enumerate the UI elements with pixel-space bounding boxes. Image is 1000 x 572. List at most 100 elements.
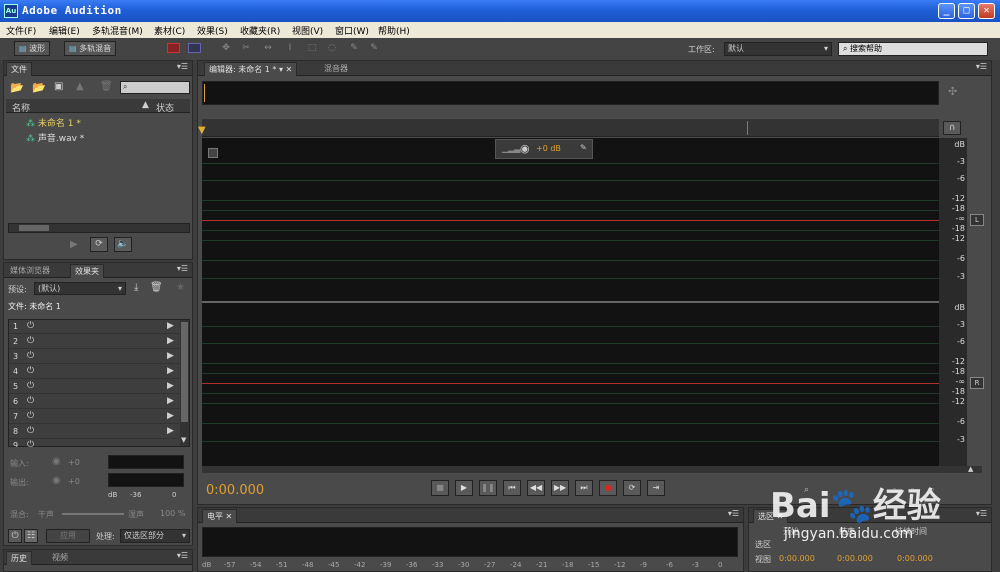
import-icon[interactable]: 📂 [32,81,46,94]
new-file-icon[interactable]: ▣ [54,81,63,92]
input-value[interactable]: +0 [68,458,80,467]
close-tab-icon[interactable]: ✕ [226,512,233,521]
move-tool-icon[interactable]: ✥ [220,43,232,53]
zoom-in-time-icon[interactable]: ⌕ [892,485,897,495]
record-button[interactable]: ● [599,480,617,496]
time-selection-icon[interactable]: I [284,43,296,53]
slot-arrow-icon[interactable]: ▶ [167,366,174,376]
loop-button[interactable]: ⟳ [623,480,641,496]
slot-arrow-icon[interactable]: ▶ [167,336,174,346]
panel-menu-icon[interactable]: ▾☰ [728,509,739,518]
scroll-thumb[interactable] [181,322,188,422]
power-icon[interactable]: ⏻ [27,440,34,447]
effect-slot[interactable]: 9 ⏻ [9,440,179,447]
zoom-in-amplitude-icon[interactable]: ⌕ [804,485,809,495]
scroll-thumb[interactable] [19,225,49,231]
view-start[interactable]: 0:00.000 [779,554,815,563]
spectral-frequency-icon[interactable] [167,43,180,53]
skip-selection-button[interactable]: ⇥ [647,480,665,496]
auto-play-icon[interactable]: 🔈 [114,237,132,252]
tab-media-browser[interactable]: 媒体浏览器 [6,264,54,278]
favorite-star-icon[interactable]: ★ [176,282,185,293]
waveform-view-button[interactable]: ▤ 波形 [14,41,51,56]
overview-waveform[interactable] [202,81,939,105]
skip-end-button[interactable]: ⏭ [575,480,593,496]
zoom-navigator-icon[interactable]: ✣ [948,85,957,98]
playhead-icon[interactable]: ▼ [198,125,206,136]
power-icon[interactable]: ⏻ [27,351,34,361]
process-dropdown[interactable]: 仅选区部分 ▾ [120,529,190,543]
power-icon[interactable]: ⏻ [8,529,22,543]
file-item[interactable]: ⁂ 未命名 1 * [26,116,186,129]
tab-files[interactable]: 文件 [6,62,32,76]
channel-l-button[interactable]: L [970,214,984,226]
menu-view[interactable]: 视图(V) [292,24,323,37]
gain-value[interactable]: +0 dB [536,144,561,153]
close-tab-icon[interactable]: ✕ [777,512,784,521]
view-end[interactable]: 0:00.000 [837,554,873,563]
slot-arrow-icon[interactable]: ▶ [167,351,174,361]
waveform-display[interactable] [202,138,939,466]
power-icon[interactable]: ⏻ [27,381,34,391]
track-toggle-icon[interactable] [208,148,218,158]
list-view-icon[interactable]: ☷ [24,529,38,543]
tab-mixer[interactable]: 混音器 [320,62,352,76]
power-icon[interactable]: ⏻ [27,366,34,376]
menu-multitrack[interactable]: 多轨混音(M) [92,24,143,37]
input-knob-icon[interactable]: ◉ [52,456,61,467]
pause-button[interactable]: ❚❚ [479,480,497,496]
rewind-button[interactable]: ◀◀ [527,480,545,496]
effect-slot[interactable]: 6 ⏻ ▶ [9,395,179,409]
mix-value[interactable]: 100 % [160,509,185,518]
slot-arrow-icon[interactable]: ▶ [167,381,174,391]
close-tab-icon[interactable]: ▾ ✕ [279,65,292,74]
effect-slot[interactable]: 7 ⏻ ▶ [9,410,179,424]
help-search-input[interactable]: ⌕ 搜索帮助 [838,42,988,56]
slot-arrow-icon[interactable]: ▶ [167,411,174,421]
menu-edit[interactable]: 编辑(E) [49,24,80,37]
waveform-scrollbar[interactable] [202,466,982,473]
panel-menu-icon[interactable]: ▾☰ [177,551,188,560]
slip-tool-icon[interactable]: ↔ [262,43,274,53]
fast-forward-button[interactable]: ▶▶ [551,480,569,496]
menu-file[interactable]: 文件(F) [6,24,36,37]
effect-slot[interactable]: 4 ⏻ ▶ [9,365,179,379]
channel-r-button[interactable]: R [970,377,984,389]
panel-menu-icon[interactable]: ▾☰ [976,509,987,518]
menu-clip[interactable]: 素材(C) [154,24,185,37]
power-icon[interactable]: ⏻ [27,396,34,406]
tab-editor[interactable]: 编辑器: 未命名 1 * ▾ ✕ [204,62,298,76]
timeline-ruler[interactable] [202,119,939,137]
slot-arrow-icon[interactable]: ▶ [167,396,174,406]
play-preview-icon[interactable]: ▶ [70,239,78,250]
menu-window[interactable]: 窗口(W) [335,24,369,37]
panel-menu-icon[interactable]: ▾☰ [177,264,188,273]
tab-levels[interactable]: 电平 ✕ [202,509,238,523]
close-button[interactable]: ✕ [978,3,995,19]
pin-icon[interactable]: ✎ [580,143,587,152]
spot-healing-icon[interactable]: ✎ [368,43,380,53]
power-icon[interactable]: ⏻ [27,411,34,421]
apply-button[interactable]: 应用 [46,529,90,543]
slot-arrow-icon[interactable]: ▶ [167,426,174,436]
view-duration[interactable]: 0:00.000 [897,554,933,563]
effect-slot[interactable]: 5 ⏻ ▶ [9,380,179,394]
zoom-full-icon[interactable]: ⌕ [930,485,935,495]
gain-knob-icon[interactable]: ◉ [520,142,530,155]
insert-icon[interactable]: ▲ [76,81,84,92]
lasso-icon[interactable]: ◌ [326,43,338,53]
menu-favorites[interactable]: 收藏夹(R) [240,24,280,37]
delete-file-icon[interactable]: 🗑 [100,81,113,92]
power-icon[interactable]: ⏻ [27,336,34,346]
horizontal-scrollbar[interactable] [8,223,190,233]
effect-slot[interactable]: 3 ⏻ ▶ [9,350,179,364]
loop-preview-icon[interactable]: ⟳ [90,237,108,252]
slot-arrow-icon[interactable]: ▶ [167,321,174,331]
effect-slot[interactable]: 8 ⏻ ▶ [9,425,179,439]
col-name[interactable]: 名称 [12,101,30,114]
maximize-button[interactable]: □ [958,3,975,19]
output-knob-icon[interactable]: ◉ [52,475,61,486]
marquee-icon[interactable]: ⬚ [306,43,318,53]
minimize-button[interactable]: _ [938,3,955,19]
effect-slot[interactable]: 2 ⏻ ▶ [9,335,179,349]
